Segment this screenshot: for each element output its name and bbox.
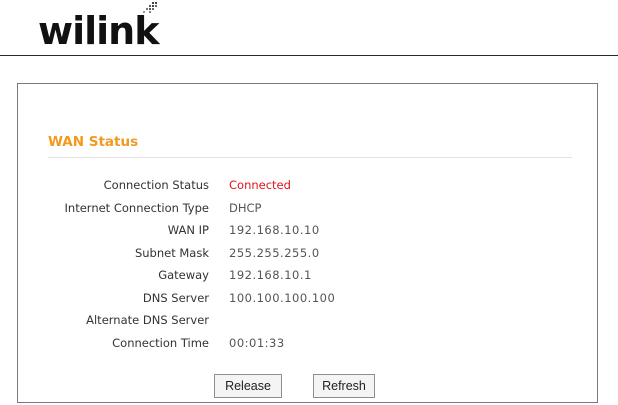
connection-type-label: Internet Connection Type [64, 200, 209, 215]
logo-text: wilink [38, 9, 160, 53]
connection-time-value: 00:01:33 [229, 335, 285, 350]
wan-status-panel: WAN Status Connection Status Connected I… [17, 83, 598, 403]
dns-server-value: 100.100.100.100 [229, 290, 336, 305]
header-divider [0, 55, 618, 56]
subnet-mask-label: Subnet Mask [134, 245, 209, 260]
row-dns-server: DNS Server 100.100.100.100 [18, 287, 599, 310]
connection-status-value: Connected [229, 178, 291, 192]
logo-dots-icon [143, 2, 157, 13]
button-bar: Release Refresh [18, 374, 599, 400]
brand-logo: wilink [38, 2, 160, 53]
row-alternate-dns-server: Alternate DNS Server [18, 309, 599, 332]
router-status-page: wilink WAN Status Connection Status Conn… [0, 0, 618, 405]
subnet-mask-value: 255.255.255.0 [229, 245, 320, 260]
refresh-button[interactable]: Refresh [313, 374, 375, 398]
section-divider [48, 157, 572, 158]
connection-type-value: DHCP [229, 200, 262, 215]
gateway-label: Gateway [158, 268, 209, 282]
gateway-value: 192.168.10.1 [229, 268, 312, 282]
row-gateway: Gateway 192.168.10.1 [18, 264, 599, 287]
section-title: WAN Status [48, 134, 139, 150]
connection-status-label: Connection Status [103, 178, 209, 192]
dns-server-label: DNS Server [142, 290, 209, 305]
row-connection-status: Connection Status Connected [18, 174, 599, 197]
row-internet-connection-type: Internet Connection Type DHCP [18, 197, 599, 220]
wan-status-table: Connection Status Connected Internet Con… [18, 174, 599, 354]
row-wan-ip: WAN IP 192.168.10.10 [18, 219, 599, 242]
alternate-dns-label: Alternate DNS Server [86, 313, 209, 327]
wan-ip-value: 192.168.10.10 [229, 223, 320, 237]
release-button[interactable]: Release [214, 374, 282, 398]
connection-time-label: Connection Time [112, 335, 209, 350]
wan-ip-label: WAN IP [167, 223, 209, 237]
row-subnet-mask: Subnet Mask 255.255.255.0 [18, 242, 599, 265]
row-connection-time: Connection Time 00:01:33 [18, 332, 599, 355]
